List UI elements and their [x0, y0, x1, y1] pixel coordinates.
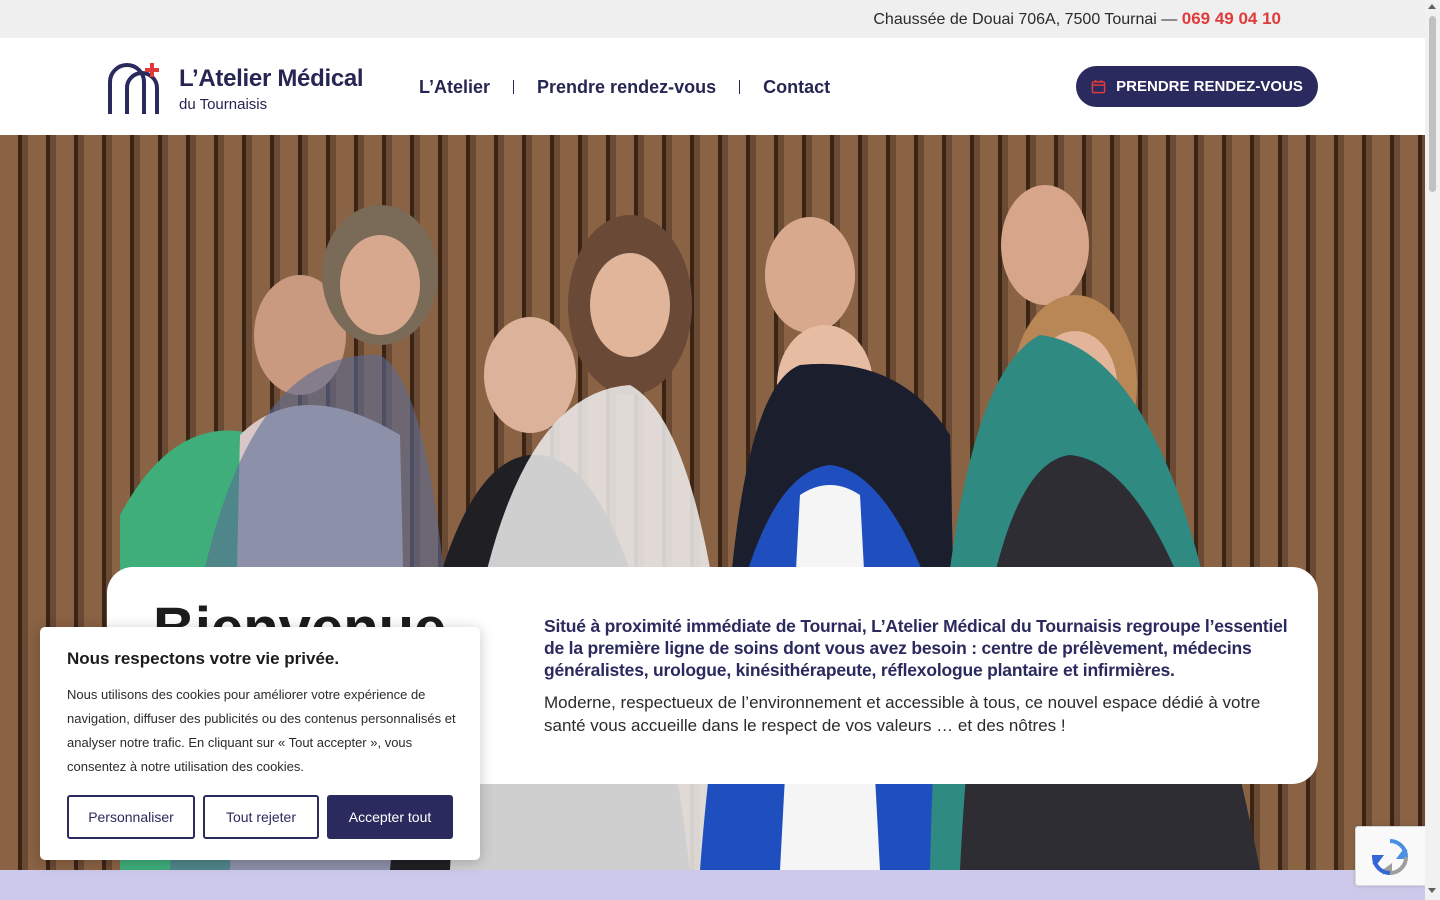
logo-mark-icon [108, 63, 159, 114]
logo-subtitle: du Tournaisis [179, 96, 268, 113]
site-header: L’Atelier Médical du Tournaisis L’Atelie… [0, 38, 1425, 135]
cookie-customize-button[interactable]: Personnaliser [67, 795, 195, 839]
nav-item-contact[interactable]: Contact [763, 77, 830, 98]
contact-info: Chaussée de Douai 706A, 7500 Tournai — 0… [873, 9, 1281, 29]
welcome-body: Moderne, respectueux de l’environnement … [544, 693, 1261, 735]
cookie-title: Nous respectons votre vie privée. [67, 649, 340, 668]
scroll-thumb[interactable] [1429, 16, 1436, 192]
nav-separator [513, 80, 515, 94]
phone-link[interactable]: 069 49 04 10 [1182, 9, 1281, 28]
site-logo[interactable]: L’Atelier Médical du Tournaisis [106, 58, 366, 116]
cookie-consent-banner: Nous respectons votre vie privée. Nous u… [40, 627, 480, 860]
cookie-accept-button[interactable]: Accepter tout [327, 795, 453, 839]
section-band [0, 870, 1425, 900]
address-text: Chaussée de Douai 706A, 7500 Tournai — [873, 11, 1182, 28]
nav-item-rendez-vous[interactable]: Prendre rendez-vous [537, 77, 716, 98]
nav-item-atelier[interactable]: L’Atelier [419, 77, 490, 98]
scroll-up-arrow-icon[interactable] [1428, 4, 1436, 9]
book-appointment-button[interactable]: PRENDRE RENDEZ-VOUS [1076, 66, 1318, 107]
scroll-down-arrow-icon[interactable] [1428, 888, 1436, 893]
cookie-text: Nous utilisons des cookies pour améliore… [67, 687, 456, 774]
logo-title: L’Atelier Médical [179, 65, 364, 92]
welcome-lead: Situé à proximité immédiate de Tournai, … [544, 616, 1288, 680]
book-appointment-label: PRENDRE RENDEZ-VOUS [1116, 78, 1303, 95]
recaptcha-badge[interactable] [1355, 826, 1425, 886]
nav-separator [739, 80, 741, 94]
cookie-reject-button[interactable]: Tout rejeter [203, 795, 319, 839]
top-info-bar: Chaussée de Douai 706A, 7500 Tournai — 0… [0, 0, 1425, 38]
calendar-icon [1091, 79, 1106, 94]
main-nav: L’Atelier Prendre rendez-vous Contact [419, 76, 830, 98]
page-scrollbar[interactable] [1425, 0, 1440, 900]
recaptcha-icon [1371, 839, 1409, 876]
